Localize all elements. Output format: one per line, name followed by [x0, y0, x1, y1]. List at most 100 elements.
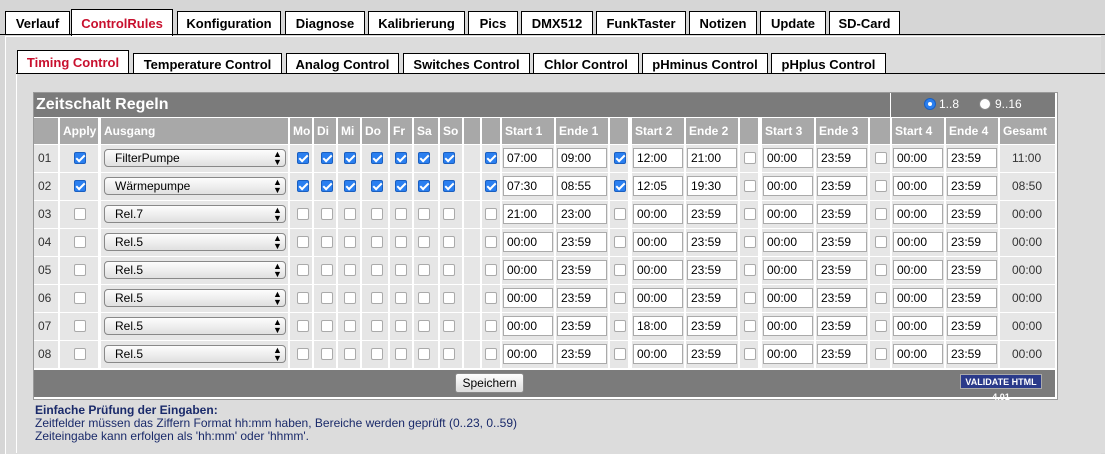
slot-enable-checkbox[interactable] — [614, 208, 626, 220]
apply-checkbox[interactable] — [74, 264, 86, 276]
start3-input[interactable]: 00:00 — [763, 148, 813, 168]
ende3-input[interactable]: 23:59 — [817, 288, 867, 308]
ende4-input[interactable]: 23:59 — [947, 176, 997, 196]
day-checkbox[interactable] — [443, 348, 455, 360]
day-checkbox[interactable] — [418, 152, 430, 164]
start4-input[interactable]: 00:00 — [893, 204, 943, 224]
day-checkbox[interactable] — [371, 152, 383, 164]
ende4-input[interactable]: 23:59 — [947, 344, 997, 364]
ende1-input[interactable]: 23:59 — [557, 344, 607, 364]
apply-checkbox[interactable] — [74, 320, 86, 332]
slot-enable-checkbox[interactable] — [875, 292, 887, 304]
day-checkbox[interactable] — [297, 152, 309, 164]
day-checkbox[interactable] — [297, 236, 309, 248]
tab-update[interactable]: Update — [760, 11, 826, 34]
start1-input[interactable]: 00:00 — [503, 260, 553, 280]
ende1-input[interactable]: 23:00 — [557, 204, 607, 224]
slot-enable-checkbox[interactable] — [744, 320, 756, 332]
slot-enable-checkbox[interactable] — [744, 208, 756, 220]
day-checkbox[interactable] — [344, 152, 356, 164]
start2-input[interactable]: 00:00 — [633, 260, 683, 280]
ende1-input[interactable]: 23:59 — [557, 232, 607, 252]
slot-enable-checkbox[interactable] — [875, 348, 887, 360]
ende1-input[interactable]: 08:55 — [557, 176, 607, 196]
day-checkbox[interactable] — [443, 152, 455, 164]
ende2-input[interactable]: 23:59 — [687, 316, 737, 336]
subtab-timing-control[interactable]: Timing Control — [17, 50, 129, 74]
slot-enable-checkbox[interactable] — [485, 236, 497, 248]
tab-controlrules[interactable]: ControlRules — [71, 9, 173, 36]
slot-enable-checkbox[interactable] — [485, 348, 497, 360]
slot-enable-checkbox[interactable] — [614, 320, 626, 332]
start2-input[interactable]: 12:00 — [633, 148, 683, 168]
start1-input[interactable]: 07:00 — [503, 148, 553, 168]
validator-badge[interactable]: VALIDATE HTML 4.01 — [960, 374, 1042, 402]
ende4-input[interactable]: 23:59 — [947, 316, 997, 336]
start4-input[interactable]: 00:00 — [893, 316, 943, 336]
slot-enable-checkbox[interactable] — [485, 292, 497, 304]
day-checkbox[interactable] — [418, 292, 430, 304]
subtab-analog-control[interactable]: Analog Control — [286, 53, 399, 74]
start4-input[interactable]: 00:00 — [893, 176, 943, 196]
day-checkbox[interactable] — [321, 264, 333, 276]
range-radio-9-16[interactable] — [979, 98, 991, 110]
slot-enable-checkbox[interactable] — [875, 180, 887, 192]
ende1-input[interactable]: 09:00 — [557, 148, 607, 168]
day-checkbox[interactable] — [418, 264, 430, 276]
tab-funktaster[interactable]: FunkTaster — [596, 11, 686, 34]
ende3-input[interactable]: 23:59 — [817, 344, 867, 364]
ausgang-select[interactable]: Rel.5 ▲ ▼ — [104, 289, 286, 307]
day-checkbox[interactable] — [371, 292, 383, 304]
ende3-input[interactable]: 23:59 — [817, 260, 867, 280]
day-checkbox[interactable] — [443, 180, 455, 192]
day-checkbox[interactable] — [395, 180, 407, 192]
ausgang-select[interactable]: Wärmepumpe ▲ ▼ — [104, 177, 286, 195]
ende4-input[interactable]: 23:59 — [947, 232, 997, 252]
ende4-input[interactable]: 23:59 — [947, 148, 997, 168]
slot-enable-checkbox[interactable] — [614, 236, 626, 248]
day-checkbox[interactable] — [418, 348, 430, 360]
start1-input[interactable]: 00:00 — [503, 344, 553, 364]
start1-input[interactable]: 07:30 — [503, 176, 553, 196]
start2-input[interactable]: 00:00 — [633, 204, 683, 224]
slot-enable-checkbox[interactable] — [485, 320, 497, 332]
slot-enable-checkbox[interactable] — [485, 180, 497, 192]
day-checkbox[interactable] — [371, 264, 383, 276]
ende1-input[interactable]: 23:59 — [557, 288, 607, 308]
slot-enable-checkbox[interactable] — [875, 208, 887, 220]
ende3-input[interactable]: 23:59 — [817, 204, 867, 224]
slot-enable-checkbox[interactable] — [614, 152, 626, 164]
day-checkbox[interactable] — [344, 348, 356, 360]
start3-input[interactable]: 00:00 — [763, 176, 813, 196]
day-checkbox[interactable] — [395, 292, 407, 304]
day-checkbox[interactable] — [443, 236, 455, 248]
apply-checkbox[interactable] — [74, 208, 86, 220]
start3-input[interactable]: 00:00 — [763, 288, 813, 308]
tab-notizen[interactable]: Notizen — [689, 11, 757, 34]
ende1-input[interactable]: 23:59 — [557, 316, 607, 336]
ausgang-select[interactable]: Rel.5 ▲ ▼ — [104, 345, 286, 363]
slot-enable-checkbox[interactable] — [485, 208, 497, 220]
day-checkbox[interactable] — [321, 292, 333, 304]
day-checkbox[interactable] — [443, 264, 455, 276]
start2-input[interactable]: 00:00 — [633, 232, 683, 252]
subtab-phminus-control[interactable]: pHminus Control — [642, 53, 768, 74]
ende1-input[interactable]: 23:59 — [557, 260, 607, 280]
tab-pics[interactable]: Pics — [468, 11, 518, 34]
ausgang-select[interactable]: FilterPumpe ▲ ▼ — [104, 149, 286, 167]
ende2-input[interactable]: 23:59 — [687, 232, 737, 252]
apply-checkbox[interactable] — [74, 292, 86, 304]
ende2-input[interactable]: 23:59 — [687, 260, 737, 280]
subtab-switches-control[interactable]: Switches Control — [403, 53, 530, 74]
ende2-input[interactable]: 19:30 — [687, 176, 737, 196]
slot-enable-checkbox[interactable] — [614, 348, 626, 360]
day-checkbox[interactable] — [443, 292, 455, 304]
slot-enable-checkbox[interactable] — [875, 320, 887, 332]
save-button[interactable]: Speichern — [455, 373, 524, 393]
apply-checkbox[interactable] — [74, 152, 86, 164]
start4-input[interactable]: 00:00 — [893, 344, 943, 364]
day-checkbox[interactable] — [297, 320, 309, 332]
day-checkbox[interactable] — [395, 208, 407, 220]
slot-enable-checkbox[interactable] — [744, 264, 756, 276]
start1-input[interactable]: 00:00 — [503, 232, 553, 252]
